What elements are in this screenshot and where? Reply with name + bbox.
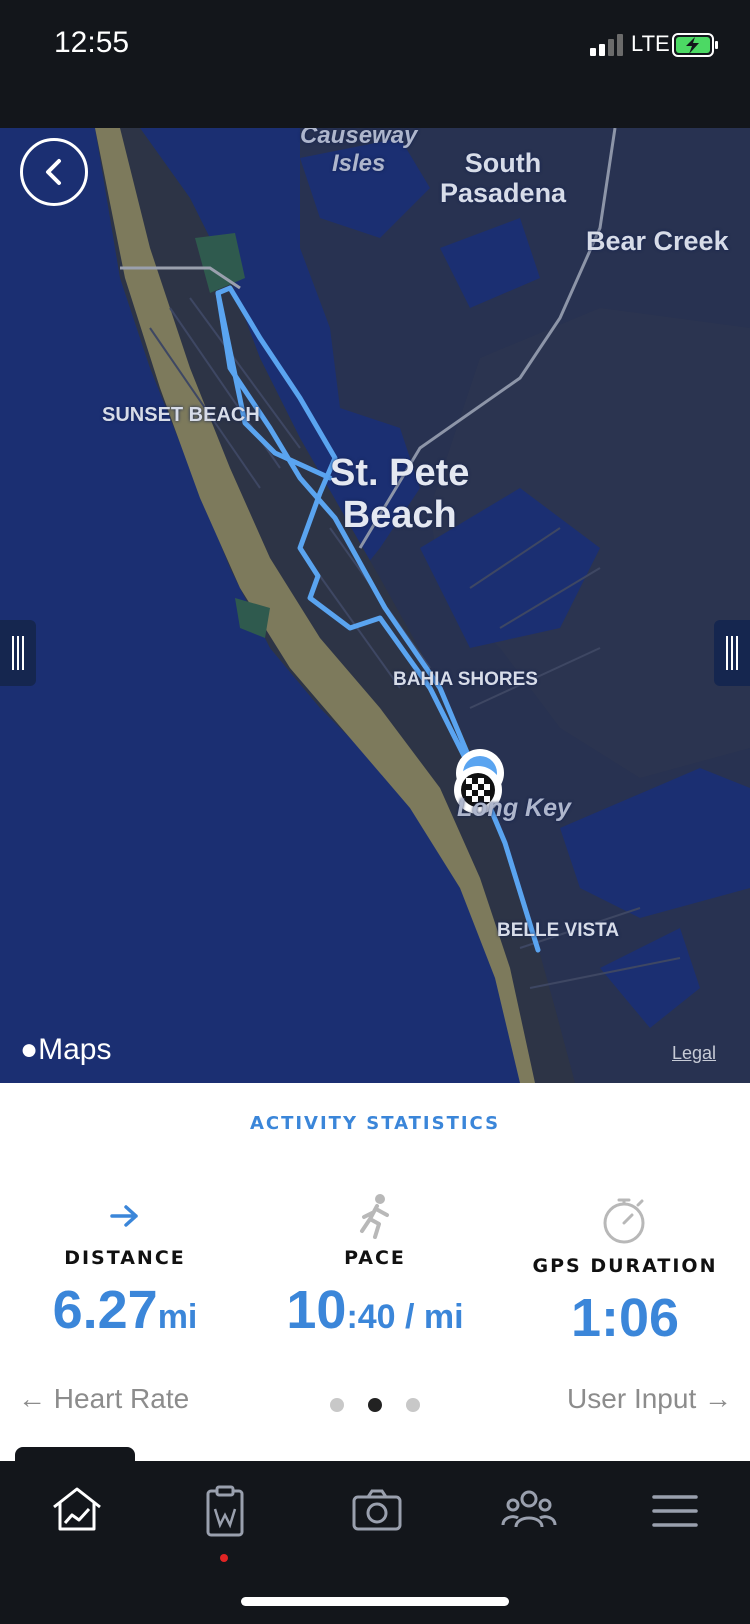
home-indicator xyxy=(241,1597,509,1606)
activity-statistics-panel: ACTIVITY STATISTICS DISTANCE 6.27mi PACE… xyxy=(0,1083,750,1461)
status-time: 12:55 xyxy=(54,26,130,59)
user-input-link[interactable]: User Input → xyxy=(567,1383,732,1415)
camera-icon xyxy=(352,1489,402,1531)
home-chart-icon xyxy=(53,1487,101,1531)
map-label-south-pasadena: South Pasadena xyxy=(440,148,567,208)
heart-rate-link[interactable]: ← Heart Rate xyxy=(18,1383,189,1415)
map-label-sunset-beach: SUNSET BEACH xyxy=(102,404,260,426)
back-button[interactable] xyxy=(20,138,88,206)
notification-dot xyxy=(220,1554,228,1562)
page-indicator[interactable] xyxy=(330,1398,420,1414)
map-label-long-key: Long Key xyxy=(457,794,571,822)
right-drawer-handle[interactable] xyxy=(714,620,750,686)
pace-value: 10:40 / mi xyxy=(286,1280,464,1340)
legal-link[interactable]: Legal xyxy=(672,1043,716,1064)
status-bar: 12:55 LTE xyxy=(0,0,750,128)
distance-stat: DISTANCE 6.27mi xyxy=(0,1193,250,1341)
tab-log[interactable] xyxy=(192,1481,262,1551)
map-label-belle-vista: BELLE VISTA xyxy=(497,920,620,941)
stopwatch-icon xyxy=(603,1198,645,1244)
map-label-st-pete-beach: St. Pete Beach xyxy=(330,452,470,536)
route-map[interactable]: Causeway Isles South Pasadena Bear Creek… xyxy=(0,128,750,1083)
gps-duration-stat: GPS DURATION 1:06 xyxy=(500,1193,750,1349)
stats-heading: ACTIVITY STATISTICS xyxy=(249,1113,501,1134)
runner-icon xyxy=(360,1194,389,1239)
chevron-left-icon xyxy=(46,159,61,185)
distance-label: DISTANCE xyxy=(64,1247,186,1269)
tab-home[interactable] xyxy=(42,1481,112,1551)
clipboard-icon xyxy=(206,1485,244,1537)
arrow-right-icon xyxy=(110,1205,138,1227)
map-label-bear-creek: Bear Creek xyxy=(586,226,729,256)
battery-charging-icon xyxy=(672,33,718,57)
apple-maps-attribution: ●Maps xyxy=(20,1033,112,1066)
map-canvas xyxy=(95,128,750,1083)
pace-stat: PACE 10:40 / mi xyxy=(250,1193,500,1341)
network-type: LTE xyxy=(631,31,670,56)
tab-camera[interactable] xyxy=(342,1481,412,1551)
signal-icon xyxy=(590,34,623,56)
gps-duration-value: 1:06 xyxy=(570,1288,680,1348)
left-drawer-handle[interactable] xyxy=(0,620,36,686)
pace-label: PACE xyxy=(344,1247,406,1269)
gps-duration-label: GPS DURATION xyxy=(532,1255,718,1277)
tab-menu[interactable] xyxy=(642,1481,712,1551)
menu-icon xyxy=(652,1495,698,1527)
tab-community[interactable] xyxy=(492,1481,562,1551)
distance-value: 6.27mi xyxy=(52,1280,198,1340)
map-label-bahia-shores: BAHIA SHORES xyxy=(393,669,538,690)
community-icon xyxy=(501,1490,557,1528)
active-tab-indicator xyxy=(15,1447,135,1463)
apple-logo-icon: ● xyxy=(20,1033,39,1066)
map-label-causeway: Causeway Isles xyxy=(300,128,418,177)
